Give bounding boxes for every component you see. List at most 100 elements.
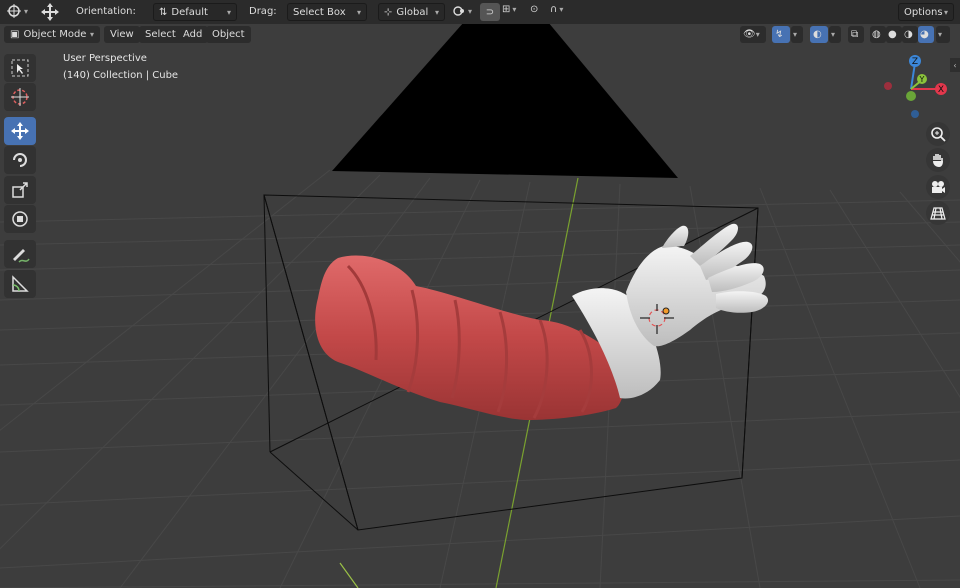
chevron-down-icon: ▾ bbox=[943, 7, 948, 17]
pivot-point-button[interactable]: ▾ bbox=[452, 4, 472, 18]
annotate-tool[interactable] bbox=[4, 240, 36, 268]
snap-settings-button[interactable]: ⊞ ▾ bbox=[502, 4, 516, 15]
navigation-gizmo[interactable]: Z X Y bbox=[878, 52, 954, 122]
view-menu[interactable]: View bbox=[104, 26, 140, 43]
gizmo-z-label: Z bbox=[912, 57, 918, 67]
global-axes-icon: ⊹ bbox=[384, 6, 393, 18]
measure-ruler-icon bbox=[12, 275, 29, 292]
drag-label: Drag: bbox=[249, 6, 277, 17]
snap-toggle[interactable]: ⊃ bbox=[480, 3, 500, 21]
object-menu[interactable]: Object bbox=[206, 26, 251, 43]
chevron-down-icon: ▾ bbox=[755, 30, 760, 39]
object-origin bbox=[662, 307, 670, 315]
chevron-down-icon: ▾ bbox=[434, 7, 439, 17]
chevron-down-icon: ▾ bbox=[793, 30, 798, 39]
chevron-down-icon: ▾ bbox=[512, 5, 517, 14]
view-name-text: User Perspective bbox=[63, 53, 147, 64]
chevron-down-icon: ▾ bbox=[89, 30, 94, 39]
eye-icon: 👁 bbox=[743, 29, 756, 40]
view3d-icon bbox=[7, 4, 21, 18]
rendered-shading[interactable]: ◕ bbox=[918, 26, 934, 43]
material-sphere-icon: ◑ bbox=[904, 29, 913, 40]
grid-perspective-icon bbox=[930, 207, 946, 220]
rotate-icon bbox=[13, 153, 27, 167]
transform-tool[interactable] bbox=[4, 205, 36, 233]
overlays-dropdown[interactable]: ▾ bbox=[829, 26, 841, 43]
chevron-down-icon: ▾ bbox=[226, 7, 231, 17]
camera-icon bbox=[932, 181, 945, 193]
snap-increment-icon: ⊞ bbox=[502, 4, 511, 15]
options-label: Options bbox=[904, 6, 943, 18]
chevron-down-icon: ▾ bbox=[559, 5, 564, 14]
transform-pivot-button[interactable] bbox=[40, 2, 60, 22]
overlays-toggle[interactable]: ◐ bbox=[810, 26, 828, 43]
rotate-tool[interactable] bbox=[4, 146, 36, 174]
scale-icon bbox=[12, 182, 28, 198]
object-mode-icon: ▣ bbox=[10, 29, 20, 40]
move-tool[interactable] bbox=[4, 117, 36, 145]
solid-sphere-icon: ● bbox=[888, 29, 897, 40]
pan-button[interactable] bbox=[926, 148, 950, 172]
select-box-icon bbox=[11, 59, 29, 77]
proportional-edit-icon: ⊙ bbox=[530, 4, 539, 15]
perspective-toggle-button[interactable] bbox=[926, 201, 950, 225]
gizmo-toggle[interactable]: ↯ bbox=[772, 26, 790, 43]
gizmo-neg-y-axis[interactable] bbox=[906, 91, 916, 101]
falloff-dropdown[interactable]: ∩ ▾ bbox=[550, 4, 563, 15]
orientation-dropdown[interactable]: ⇅ Default ▾ bbox=[153, 3, 237, 21]
select-menu[interactable]: Select bbox=[139, 26, 182, 43]
cursor-icon bbox=[11, 88, 29, 106]
mode-dropdown[interactable]: ▣ Object Mode ▾ bbox=[4, 26, 100, 43]
transform-icon bbox=[12, 211, 28, 227]
transform-space-value: Global bbox=[396, 6, 429, 18]
orientation-icon: ⇅ bbox=[159, 6, 168, 18]
chevron-down-icon: ▾ bbox=[468, 6, 473, 16]
wireframe-sphere-icon: ◍ bbox=[872, 29, 881, 40]
gizmo-neg-z-axis[interactable] bbox=[911, 110, 919, 118]
shading-dropdown[interactable]: ▾ bbox=[936, 26, 950, 43]
sidebar-toggle-arrow-icon[interactable]: ‹ bbox=[950, 58, 960, 72]
material-shading[interactable]: ◑ bbox=[902, 26, 918, 43]
select-box-tool[interactable] bbox=[4, 54, 36, 82]
falloff-curve-icon: ∩ bbox=[550, 4, 558, 15]
cursor-tool[interactable] bbox=[4, 83, 36, 111]
measure-tool[interactable] bbox=[4, 270, 36, 298]
gizmo-y-label: Y bbox=[919, 75, 925, 84]
move-icon bbox=[11, 122, 29, 140]
mode-value: Object Mode bbox=[23, 29, 87, 40]
options-dropdown[interactable]: Options ▾ bbox=[898, 3, 954, 21]
editor-type-button[interactable]: ▾ bbox=[6, 3, 28, 19]
pivot-icon bbox=[453, 6, 464, 16]
proportional-edit-toggle[interactable]: ⊙ bbox=[530, 4, 538, 15]
collection-info-text: (140) Collection | Cube bbox=[63, 70, 179, 81]
chevron-down-icon: ▾ bbox=[24, 6, 29, 16]
orientation-label: Orientation: bbox=[76, 6, 136, 17]
xray-icon: ⧉ bbox=[851, 29, 859, 40]
gizmo-neg-x-axis[interactable] bbox=[884, 82, 892, 90]
viewport-header: ▣ Object Mode ▾ View Select Add Object 👁… bbox=[0, 24, 960, 46]
gizmo-dropdown[interactable]: ▾ bbox=[791, 26, 803, 43]
zoom-button[interactable] bbox=[926, 122, 950, 146]
visibility-dropdown[interactable]: 👁 ▾ bbox=[740, 26, 766, 43]
overlays-icon: ◐ bbox=[813, 29, 822, 40]
zoom-magnifier-icon bbox=[931, 127, 946, 142]
gizmo-x-label: X bbox=[938, 85, 944, 95]
wireframe-shading[interactable]: ◍ bbox=[870, 26, 886, 43]
transform-space-dropdown[interactable]: ⊹ Global ▾ bbox=[378, 3, 445, 21]
drag-dropdown[interactable]: Select Box ▾ bbox=[287, 3, 367, 21]
rendered-sphere-icon: ◕ bbox=[920, 29, 929, 40]
hand-icon bbox=[933, 154, 943, 167]
solid-shading[interactable]: ● bbox=[886, 26, 902, 43]
header-bar: ▾ Orientation: ⇅ Default ▾ Drag: Select … bbox=[0, 0, 960, 24]
gizmo-icon: ↯ bbox=[775, 29, 784, 40]
annotate-pencil-icon bbox=[13, 249, 30, 263]
xray-toggle[interactable]: ⧉ bbox=[848, 26, 864, 43]
add-menu[interactable]: Add bbox=[177, 26, 209, 43]
camera-view-button[interactable] bbox=[926, 175, 950, 199]
drag-value: Select Box bbox=[293, 6, 346, 18]
scale-tool[interactable] bbox=[4, 176, 36, 204]
orientation-value: Default bbox=[171, 6, 208, 18]
3d-viewport[interactable] bbox=[0, 0, 960, 588]
chevron-down-icon: ▾ bbox=[356, 7, 361, 17]
move-arrows-icon bbox=[41, 3, 59, 21]
